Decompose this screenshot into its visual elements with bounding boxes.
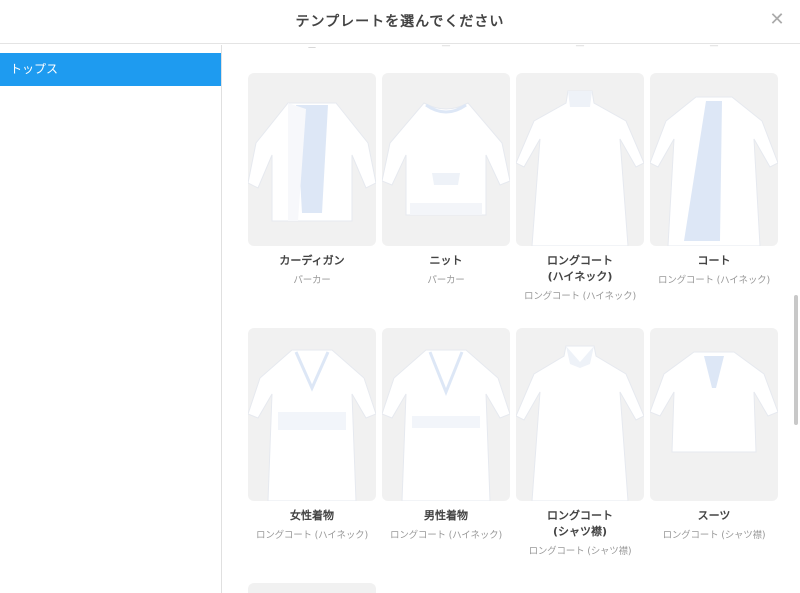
card-title: 女性着物 [290, 509, 334, 522]
template-card-coat[interactable]: コート ロングコート (ハイネック) [650, 73, 778, 286]
template-card-mens-kimono[interactable]: 男性着物 ロングコート (ハイネック) [382, 328, 510, 541]
card-subtitle: パーカー [293, 275, 331, 286]
card-subtitle: ロングコート (ハイネック) [390, 530, 502, 541]
card-title: コート [697, 254, 731, 267]
knit-sweater-icon [382, 73, 510, 246]
cut-label: ー [307, 45, 317, 54]
womens-kimono-icon [248, 328, 376, 501]
previous-row-labels: ー — — — [223, 45, 800, 54]
template-card-cardigan[interactable]: カーディガン パーカー [248, 73, 376, 286]
card-subtitle: ロングコート (シャツ襟) [528, 546, 632, 557]
scrollbar[interactable] [794, 295, 798, 425]
coat-icon [650, 73, 778, 246]
card-title: 男性着物 [424, 509, 468, 522]
card-title: ロングコート (ハイネック) [547, 254, 613, 283]
cardigan-icon [248, 73, 376, 246]
dialog-header: テンプレートを選んでください ✕ [0, 0, 800, 44]
category-sidebar: トップス [0, 45, 222, 593]
card-title: スーツ [697, 509, 731, 522]
dialog-title: テンプレートを選んでください [295, 14, 505, 30]
card-title: カーディガン [279, 254, 345, 267]
card-subtitle: パーカー [427, 275, 465, 286]
template-card-suit[interactable]: スーツ ロングコート (シャツ襟) [650, 328, 778, 541]
template-card-womens-kimono[interactable]: 女性着物 ロングコート (ハイネック) [248, 328, 376, 541]
card-title: ニット [429, 254, 463, 267]
template-card-partial[interactable] [248, 583, 376, 593]
close-icon[interactable]: ✕ [766, 9, 788, 31]
template-grid: ー — — — カーディガン パーカー ニット パーカー ロングコート (ハイネ… [223, 45, 800, 593]
card-subtitle: ロングコート (ハイネック) [658, 275, 770, 286]
cut-label: — [441, 45, 451, 51]
card-subtitle: ロングコート (ハイネック) [256, 530, 368, 541]
long-coat-highneck-icon [516, 73, 644, 246]
template-card-long-coat-highneck[interactable]: ロングコート (ハイネック) ロングコート (ハイネック) [516, 73, 644, 302]
long-coat-shirt-collar-icon [516, 328, 644, 501]
card-subtitle: ロングコート (ハイネック) [524, 291, 636, 302]
suit-icon [650, 328, 778, 501]
template-card-long-coat-shirt-collar[interactable]: ロングコート (シャツ襟) ロングコート (シャツ襟) [516, 328, 644, 557]
card-title: ロングコート (シャツ襟) [547, 509, 613, 538]
cut-label: — [709, 45, 719, 51]
card-subtitle: ロングコート (シャツ襟) [662, 530, 766, 541]
mens-kimono-icon [382, 328, 510, 501]
sidebar-item-tops[interactable]: トップス [0, 53, 221, 86]
template-card-knit[interactable]: ニット パーカー [382, 73, 510, 286]
cut-label: — [575, 45, 585, 51]
